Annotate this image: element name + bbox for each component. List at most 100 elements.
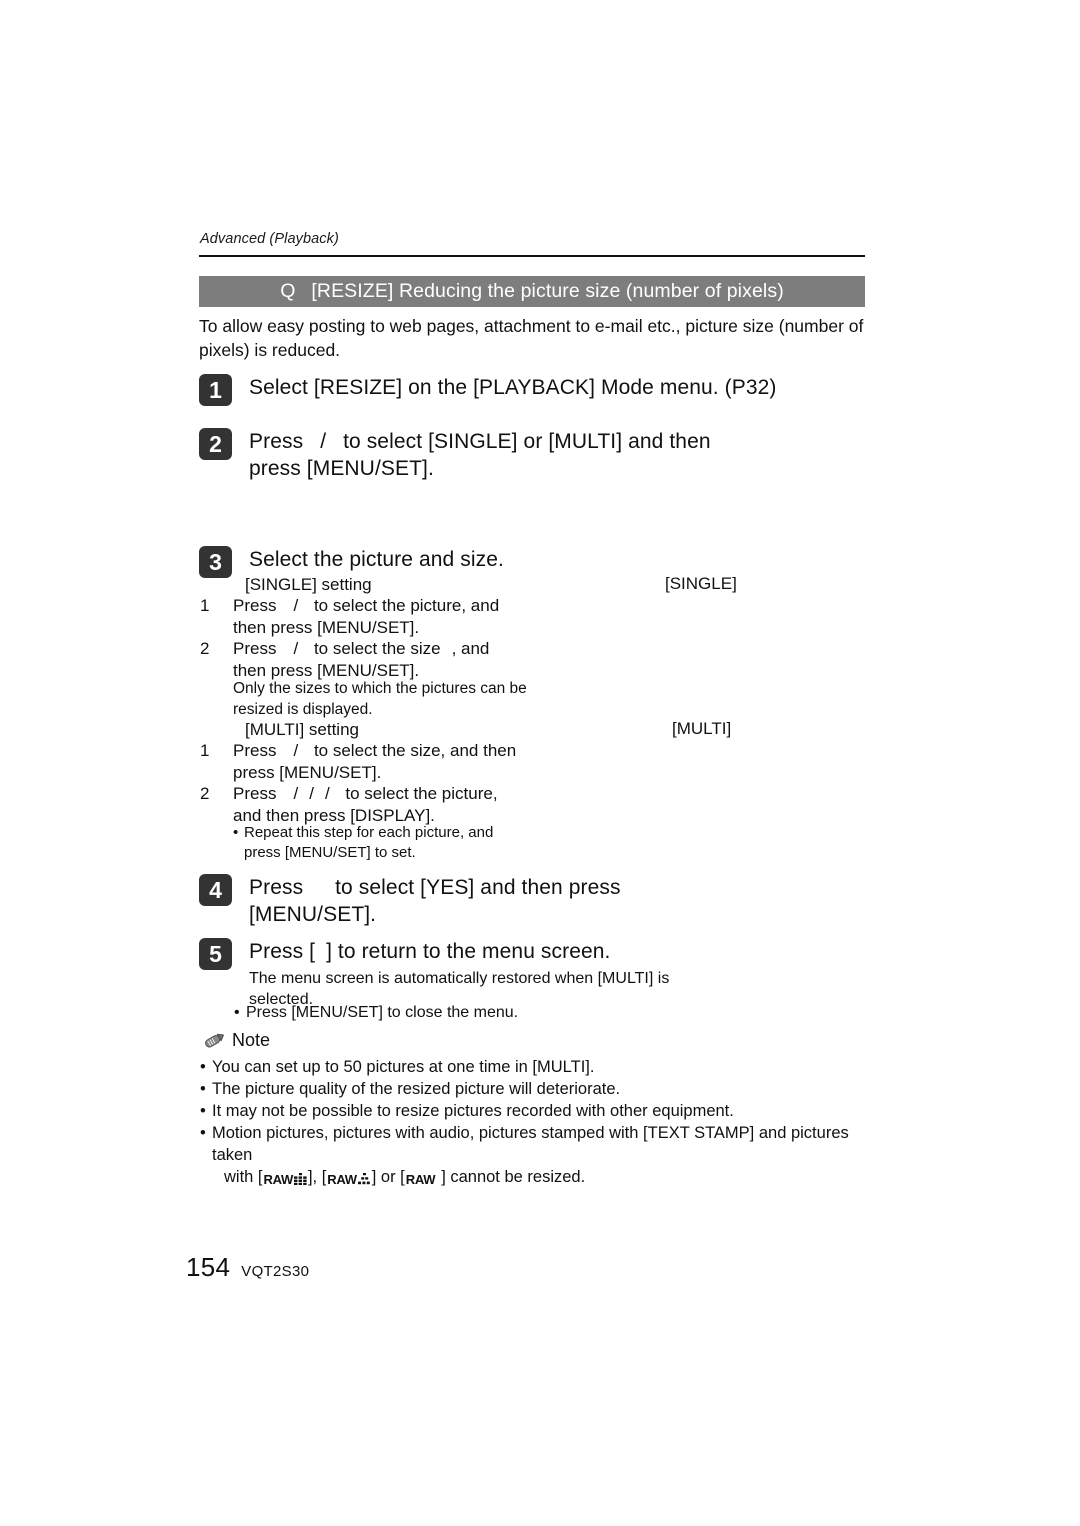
multi-step-1-a: Press	[233, 741, 277, 760]
pencil-icon	[205, 1033, 224, 1048]
note-heading: Note	[203, 1030, 270, 1051]
step-2-line1-a: Press	[249, 430, 304, 453]
single-step-1-number: 1	[200, 596, 210, 615]
single-step-item: 2 Press / to select the size , and then pr…	[200, 638, 620, 681]
step-5-detail-line1: The menu screen is automatically restore…	[249, 970, 670, 987]
multi-step-1-b: to select the size, and then	[313, 741, 517, 760]
raw-fine-grid-icon	[293, 1172, 307, 1187]
single-screen-label: [SINGLE]	[665, 574, 737, 593]
note-bullet-list: • You can set up to 50 pictures at one t…	[200, 1056, 880, 1188]
multi-step-2-number: 2	[200, 784, 210, 803]
step-2-text: Press / to select [SINGLE] or [MULTI] and…	[249, 428, 711, 482]
single-step-item: 1 Press / to select the picture, and then…	[200, 595, 620, 638]
multi-step-1-slash: /	[293, 741, 299, 760]
single-step-1-b: to select the picture, and	[313, 596, 500, 615]
step-5-bullet: • Press [MENU/SET] to close the menu.	[234, 1002, 518, 1023]
step-4-line1-a: Press	[249, 876, 304, 899]
note-bullet-text: The picture quality of the resized pictu…	[212, 1080, 621, 1098]
multi-repeat-bullet: • Repeat this step for each picture, and…	[233, 823, 633, 863]
bullet-dot-icon: •	[200, 1080, 206, 1098]
page-footer: 154 VQT2S30	[186, 1252, 309, 1283]
single-resize-note-line1: Only the sizes to which the pictures can…	[233, 680, 527, 697]
header-rule	[199, 255, 865, 257]
multi-repeat-line2: press [MENU/SET] to set.	[244, 844, 416, 861]
bullet-dot-icon: •	[233, 824, 239, 841]
single-setting-heading: [SINGLE] setting	[245, 575, 372, 594]
single-step-2-line2: then press [MENU/SET].	[233, 660, 420, 680]
note-raw-line2-a: with [	[224, 1168, 263, 1186]
section-title-text: [RESIZE] Reducing the picture size (numb…	[311, 280, 784, 302]
single-resize-note: Only the sizes to which the pictures can…	[233, 679, 633, 720]
step-5-badge: 5	[199, 938, 232, 970]
note-bullet: • The picture quality of the resized pic…	[200, 1078, 880, 1100]
multi-step-2-a: Press	[233, 784, 277, 803]
note-bullet: • It may not be possible to resize pictu…	[200, 1100, 880, 1122]
step-4-text: Press to select [YES] and then press [ME…	[249, 874, 621, 928]
single-step-1-text: Press / to select the picture, and then p…	[233, 595, 620, 638]
note-bullet: • You can set up to 50 pictures at one t…	[200, 1056, 880, 1078]
raw-standard-grid-icon	[357, 1172, 371, 1187]
manual-page: Advanced (Playback) Q [RESIZE] Reducing …	[0, 0, 1080, 1526]
multi-screen-label: [MULTI]	[672, 719, 732, 738]
multi-step-item: 1 Press / to select the size, and then pr…	[200, 740, 620, 783]
single-step-1-a: Press	[233, 596, 277, 615]
note-bullet-text: You can set up to 50 pictures at one tim…	[212, 1058, 595, 1076]
single-step-1-slash: /	[293, 596, 299, 615]
single-resize-note-line2: resized is displayed.	[233, 700, 373, 718]
step-3-text: Select the picture and size.	[249, 548, 504, 571]
multi-setting-heading: [MULTI] setting	[245, 720, 359, 739]
section-title-bar: Q [RESIZE] Reducing the picture size (nu…	[199, 276, 865, 307]
raw-standard-icon: RAW	[327, 1172, 371, 1187]
multi-repeat-bullet-row: • Repeat this step for each picture, and…	[233, 823, 633, 863]
raw-icon: RAW	[406, 1173, 440, 1186]
multi-repeat-line1: Repeat this step for each picture, and	[244, 824, 494, 841]
multi-step-2-text: Press / / / to select the picture, and then…	[233, 783, 620, 826]
running-head: Advanced (Playback)	[200, 231, 339, 247]
single-step-2-c: , and	[451, 639, 490, 658]
step-4: 4 Press to select [YES] and then press […	[199, 874, 621, 928]
step-5-bullet-text: Press [MENU/SET] to close the menu.	[246, 1004, 519, 1021]
step-1-text: Select [RESIZE] on the [PLAYBACK] Mode m…	[249, 376, 777, 399]
step-4-line1-b: to select [YES] and then press	[335, 876, 621, 899]
multi-step-2-slash2: /	[309, 784, 314, 803]
document-code: VQT2S30	[241, 1263, 310, 1280]
single-setting-steps: 1 Press / to select the picture, and then…	[200, 595, 620, 681]
raw-word-label: RAW	[327, 1172, 357, 1187]
raw-word-label: RAW	[263, 1172, 294, 1187]
step-2-line2: press [MENU/SET].	[249, 457, 434, 480]
note-raw-line2-c: ] or [	[371, 1168, 405, 1186]
step-3-badge: 3	[199, 546, 232, 578]
step-2-slash: /	[320, 430, 327, 453]
step-5-text-b: ] to return to the menu screen.	[326, 940, 611, 963]
multi-step-2-slash3: /	[324, 784, 330, 803]
note-label: Note	[232, 1030, 271, 1050]
single-step-2-a: Press	[233, 639, 277, 658]
bullet-dot-icon: •	[200, 1124, 206, 1142]
section-mark-icon: Q	[280, 280, 296, 302]
bullet-dot-icon: •	[234, 1004, 240, 1021]
intro-paragraph: To allow easy posting to web pages, atta…	[199, 316, 864, 360]
note-raw-line1: Motion pictures, pictures with audio, pi…	[212, 1124, 849, 1164]
bullet-dot-icon: •	[200, 1058, 206, 1076]
step-1: 1 Select [RESIZE] on the [PLAYBACK] Mode…	[199, 374, 777, 406]
note-bullet-raw: • Motion pictures, pictures with audio, …	[200, 1122, 880, 1188]
step-5: 5 Press [] to return to the menu screen.	[199, 938, 610, 970]
note-raw-line2: with [RAW], [RAW] or [RAW] cannot be res…	[212, 1166, 880, 1188]
single-step-2-slash: /	[293, 639, 299, 658]
note-raw-line2-d: ] cannot be resized.	[441, 1168, 586, 1186]
raw-fine-icon: RAW	[263, 1172, 307, 1187]
single-step-1-line2: then press [MENU/SET].	[233, 617, 420, 637]
page-number: 154	[186, 1252, 231, 1282]
note-raw-line2-b: ], [	[307, 1168, 327, 1186]
note-bullet-text: It may not be possible to resize picture…	[212, 1102, 734, 1120]
multi-setting-steps: 1 Press / to select the size, and then pr…	[200, 740, 620, 826]
step-4-badge: 4	[199, 874, 232, 906]
step-1-badge: 1	[199, 374, 232, 406]
raw-word-label: RAW	[405, 1172, 436, 1187]
single-step-2-text: Press / to select the size , and then pres…	[233, 638, 620, 681]
single-step-2-b: to select the size	[313, 639, 441, 658]
note-bullet-raw-text: Motion pictures, pictures with audio, pi…	[212, 1122, 880, 1188]
multi-step-1-number: 1	[200, 741, 210, 760]
multi-step-1-text: Press / to select the size, and then pres…	[233, 740, 620, 783]
multi-step-1-line2: press [MENU/SET].	[233, 762, 382, 782]
